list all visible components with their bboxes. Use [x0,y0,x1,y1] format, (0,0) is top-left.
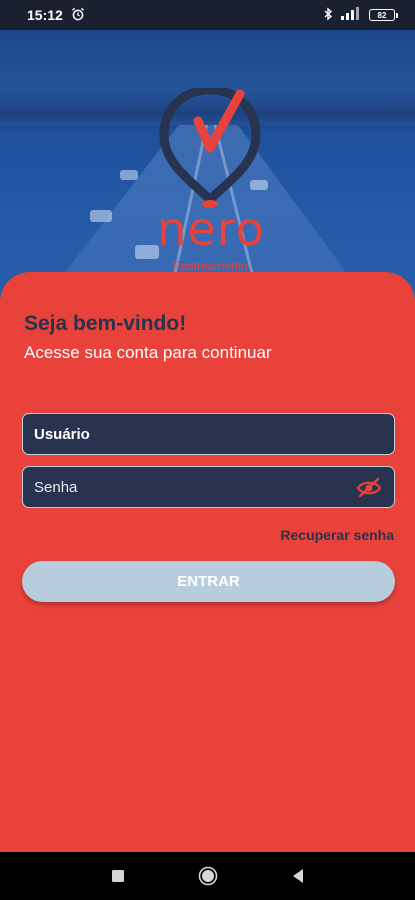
username-field[interactable] [22,413,395,455]
back-triangle-icon[interactable] [283,861,313,891]
status-bar: 15:12 82 [0,0,415,30]
eye-off-icon[interactable] [355,475,383,499]
alarm-icon [71,7,85,24]
status-time: 15:12 [27,7,63,23]
home-circle-icon[interactable] [193,861,223,891]
brand-pin-logo-icon [159,88,261,208]
battery-icon: 82 [369,9,398,21]
signal-icon [340,7,362,23]
welcome-subtitle: Acesse sua conta para continuar [24,343,272,362]
brand-subtitle: Rastreamento [172,259,248,273]
login-card: Seja bem-vindo! Acesse sua conta para co… [0,272,415,852]
welcome-title: Seja bem-vindo! [24,312,187,335]
username-input[interactable] [34,425,383,443]
system-nav-bar [0,852,415,900]
bluetooth-icon [323,7,333,24]
road-car [120,170,138,180]
hero-header: nero Rastreamento [0,30,415,300]
road-car [90,210,112,222]
status-icons: 82 [323,7,398,24]
recover-password-link[interactable]: Recuperar senha [280,527,394,543]
password-field[interactable] [22,466,395,508]
brand-name: nero [157,202,265,256]
enter-button[interactable]: ENTRAR [22,561,395,602]
battery-level: 82 [377,10,387,20]
recents-square-icon[interactable] [103,861,133,891]
password-input[interactable] [34,478,355,496]
